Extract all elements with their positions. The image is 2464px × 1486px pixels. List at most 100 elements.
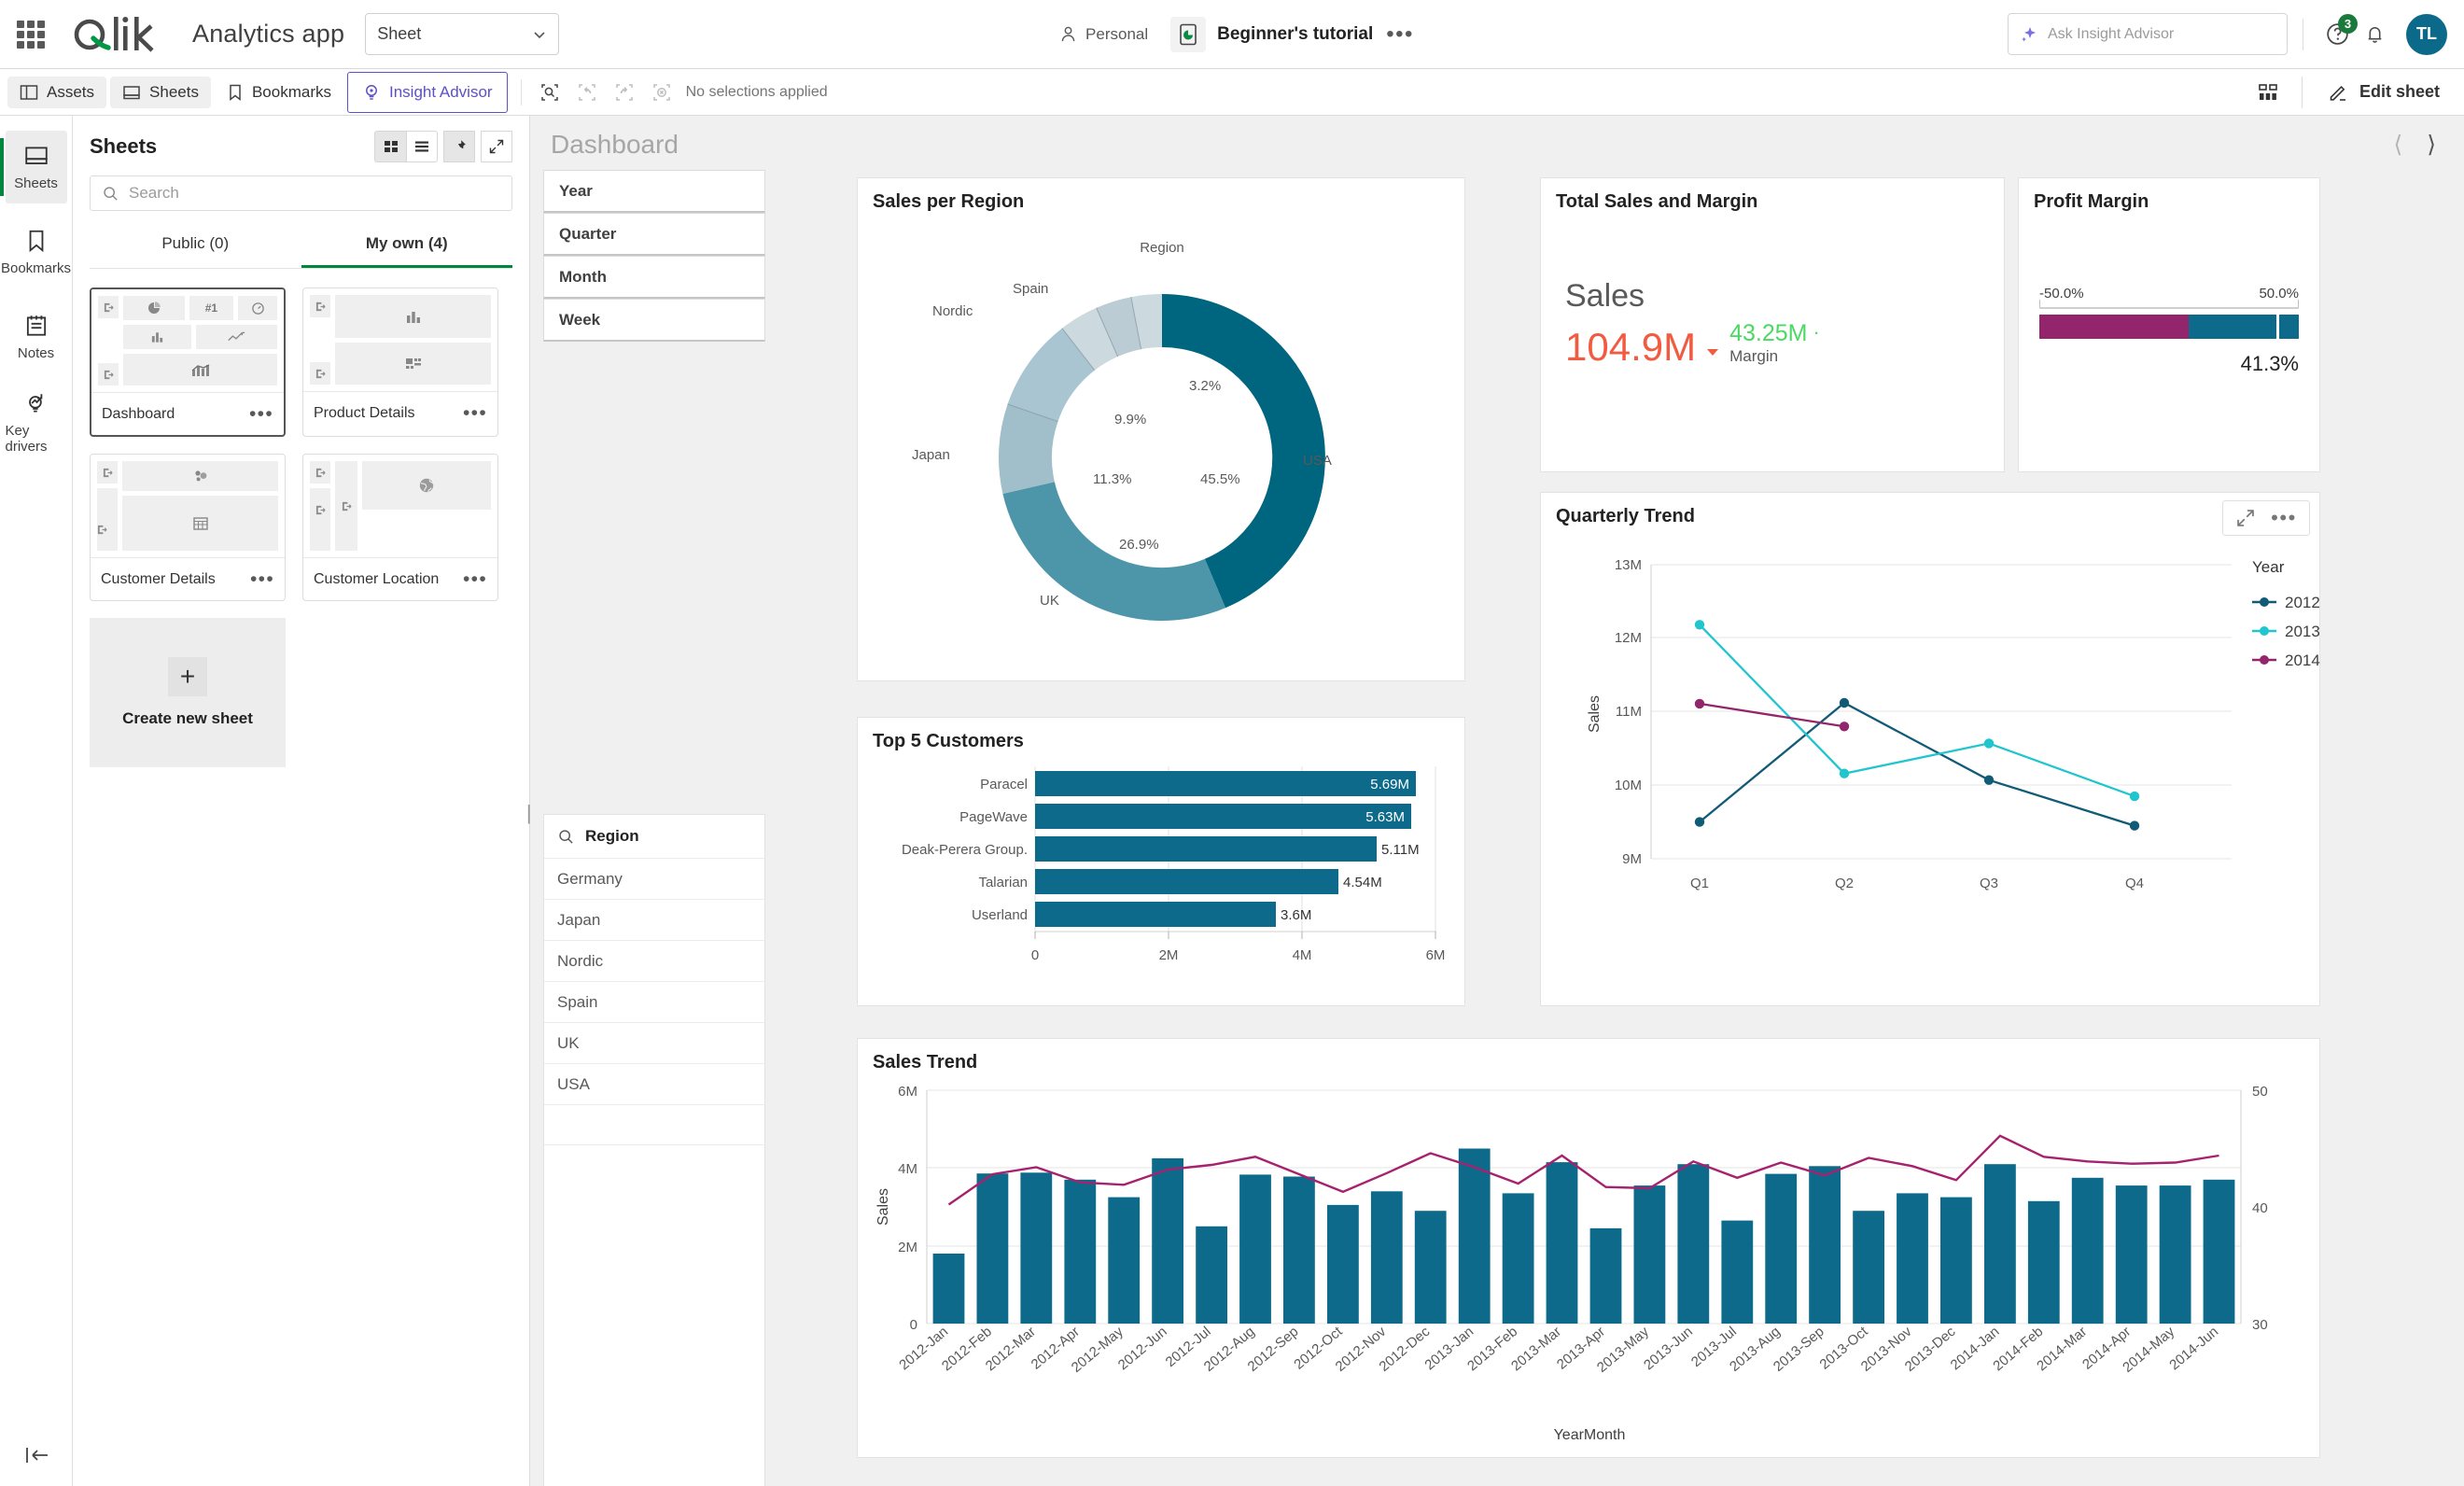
bar[interactable] [1239, 1174, 1271, 1324]
create-new-sheet-button[interactable]: + Create new sheet [90, 618, 286, 767]
app-grid-icon[interactable] [17, 20, 45, 49]
bar[interactable] [2203, 1179, 2235, 1324]
list-item[interactable]: UK [544, 1022, 764, 1063]
edit-sheet-button[interactable]: Edit sheet [2317, 76, 2449, 109]
pin-icon[interactable] [443, 131, 475, 162]
filter-year[interactable]: Year [543, 170, 765, 213]
selection-clear-icon[interactable] [643, 74, 680, 111]
expand-icon[interactable] [2235, 508, 2256, 528]
filter-month[interactable]: Month [543, 256, 765, 299]
ellipsis-icon[interactable]: ••• [1386, 22, 1414, 45]
bar[interactable] [1677, 1164, 1710, 1324]
list-item[interactable]: Nordic [544, 940, 764, 981]
tab-my-own[interactable]: My own (4) [301, 224, 512, 268]
kpi-profit-margin[interactable]: Profit Margin -50.0% 50.0% 41.3% [2018, 177, 2320, 472]
toolbar-sheets[interactable]: Sheets [110, 76, 211, 108]
bar[interactable] [2159, 1185, 2191, 1324]
insight-advisor-input[interactable]: Ask Insight Advisor [2008, 13, 2288, 55]
bar[interactable] [1984, 1164, 2016, 1324]
sheet-toolbar: Assets Sheets Bookmarks Insight Advisor … [0, 69, 2464, 116]
toolbar-bookmarks[interactable]: Bookmarks [215, 77, 343, 108]
listbox-region-header[interactable]: Region [544, 815, 764, 858]
bar[interactable] [1108, 1197, 1141, 1324]
avatar[interactable]: TL [2406, 13, 2447, 55]
legend-label: 2012 [2285, 594, 2320, 611]
bar[interactable] [1152, 1157, 1183, 1324]
list-view-icon[interactable] [406, 131, 438, 162]
selection-forward-icon[interactable] [606, 74, 643, 111]
sheet-card-customer-details[interactable]: Customer Details ••• [90, 454, 286, 601]
sidebar-item-sheets[interactable]: Sheets [0, 131, 67, 203]
y-tick: 11M [1616, 704, 1642, 720]
bar[interactable] [1940, 1197, 1972, 1324]
space-personal[interactable]: Personal [1050, 20, 1157, 49]
filter-week[interactable]: Week [543, 299, 765, 342]
bar[interactable] [1458, 1148, 1491, 1325]
sidebar-item-notes[interactable]: Notes [6, 301, 67, 373]
chevron-right-icon[interactable]: ⟩ [2427, 131, 2436, 159]
bar[interactable] [1327, 1204, 1359, 1324]
ellipsis-icon[interactable]: ••• [250, 569, 274, 589]
bar[interactable] [1020, 1172, 1053, 1324]
chart-quarterly-trend[interactable]: Quarterly Trend ••• 9M 10M 11M 12M 13M S… [1540, 492, 2320, 1006]
bar[interactable] [1414, 1211, 1447, 1324]
help-icon[interactable]: 3 [2318, 13, 2358, 53]
toolbar-assets[interactable]: Assets [7, 76, 107, 108]
sheet-card-customer-location[interactable]: Customer Location ••• [302, 454, 498, 601]
sheet-title: Dashboard [551, 130, 679, 159]
sheets-search-input[interactable]: Search [90, 175, 512, 211]
sheet-layout-icon[interactable] [2249, 74, 2287, 111]
kpi-total-sales-and-margin[interactable]: Total Sales and Margin Sales 104.9M 43.2… [1540, 177, 2005, 472]
selection-search-icon[interactable] [531, 74, 568, 111]
list-item[interactable]: Spain [544, 981, 764, 1022]
bar[interactable] [2027, 1200, 2060, 1325]
selection-back-icon[interactable] [568, 74, 606, 111]
sheet-card-product-details[interactable]: Product Details ••• [302, 287, 498, 437]
chart-sales-trend[interactable]: Sales Trend 6M 4M 2M 0 Sales 50 40 30 20… [857, 1038, 2320, 1458]
filter-quarter[interactable]: Quarter [543, 213, 765, 256]
toolbar-insight-advisor[interactable]: Insight Advisor [347, 71, 508, 113]
bar[interactable] [1897, 1193, 1928, 1324]
ellipsis-icon[interactable]: ••• [463, 403, 487, 423]
bar[interactable] [1853, 1211, 1884, 1324]
bar[interactable] [1633, 1185, 1666, 1324]
ellipsis-icon[interactable]: ••• [463, 569, 487, 589]
sheet-card-dashboard[interactable]: #1 Dashboard ••• [90, 287, 286, 437]
sheet-type-select[interactable]: Sheet [365, 13, 560, 55]
qlik-logo[interactable] [65, 13, 175, 56]
bar[interactable] [2071, 1177, 2104, 1325]
bar[interactable] [1370, 1191, 1403, 1324]
ellipsis-icon[interactable]: ••• [2271, 508, 2297, 528]
list-item[interactable]: USA [544, 1063, 764, 1104]
bell-icon[interactable] [2356, 16, 2393, 53]
list-item[interactable]: Germany [544, 858, 764, 899]
sheets-panel-title: Sheets [90, 134, 158, 158]
bar[interactable] [976, 1173, 1009, 1324]
tab-public[interactable]: Public (0) [90, 224, 301, 268]
bar[interactable] [1765, 1173, 1798, 1324]
sidebar-item-bookmarks[interactable]: Bookmarks [1, 216, 71, 288]
bar[interactable] [1064, 1179, 1097, 1324]
chevron-left-icon[interactable]: ⟨ [2393, 131, 2402, 159]
bar[interactable] [1502, 1193, 1534, 1324]
chart-sales-per-region[interactable]: Sales per Region Region USA UK Japan Nor… [857, 177, 1465, 681]
bar[interactable] [1589, 1227, 1622, 1324]
chart-top-5-customers[interactable]: Top 5 Customers Paracel PageWave Deak-Pe… [857, 717, 1465, 1006]
bar[interactable] [932, 1254, 965, 1324]
bar[interactable] [1546, 1162, 1578, 1324]
collapse-left-icon[interactable] [0, 1445, 72, 1465]
app-icon[interactable] [1170, 16, 1207, 52]
legend-item-2012: 2012 [2252, 594, 2320, 611]
app-name[interactable]: Beginner's tutorial [1217, 24, 1373, 45]
ellipsis-icon[interactable]: ••• [249, 404, 273, 424]
bar[interactable] [1809, 1166, 1841, 1324]
grid-view-icon[interactable] [374, 131, 406, 162]
bar[interactable] [1721, 1220, 1754, 1324]
expand-icon[interactable] [481, 131, 512, 162]
bar[interactable] [2115, 1185, 2148, 1324]
bar[interactable] [1283, 1176, 1315, 1325]
list-item[interactable]: Japan [544, 899, 764, 940]
bar[interactable] [1196, 1226, 1227, 1324]
x-axis-title: YearMonth [1554, 1427, 1626, 1443]
sidebar-item-key-drivers[interactable]: Key drivers [6, 386, 67, 458]
